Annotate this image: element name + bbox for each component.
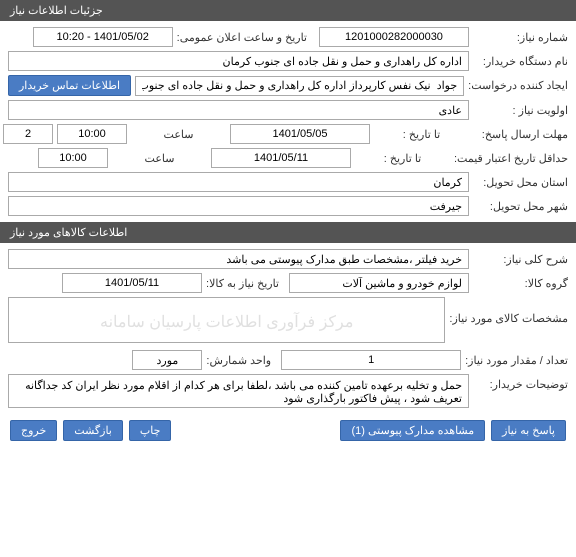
buyer-notes-textarea[interactable]: حمل و تخلیه برعهده تامین کننده می باشد ،… <box>8 374 469 408</box>
unit-input[interactable] <box>132 350 202 370</box>
back-button[interactable]: بازگشت <box>63 420 123 441</box>
items-info-title: اطلاعات کالاهای مورد نیاز <box>10 226 127 239</box>
city-input[interactable] <box>8 196 469 216</box>
label-city: شهر محل تحویل: <box>473 200 568 213</box>
need-no-input[interactable] <box>319 27 469 47</box>
price-until-date-input[interactable] <box>211 148 351 168</box>
label-province: استان محل تحویل: <box>473 176 568 189</box>
priority-input[interactable] <box>8 100 469 120</box>
label-priority: اولویت نیاز : <box>473 104 568 117</box>
label-respond-deadline: مهلت ارسال پاسخ: <box>473 128 568 141</box>
label-announce-date: تاریخ و ساعت اعلان عمومی: <box>177 31 315 44</box>
need-info-header: جزئیات اطلاعات نیاز <box>0 0 576 21</box>
overall-desc-input[interactable] <box>8 249 469 269</box>
label-until-date-2: تا تاریخ : <box>355 152 450 165</box>
label-goods-group: گروه کالا: <box>473 277 568 290</box>
respond-time-input[interactable] <box>57 124 127 144</box>
label-unit: واحد شمارش: <box>206 354 277 367</box>
label-overall-desc: شرح کلی نیاز: <box>473 253 568 266</box>
label-buyer-org: نام دستگاه خریدار: <box>473 55 568 68</box>
label-until-date-1: تا تاریخ : <box>374 128 469 141</box>
respond-need-button[interactable]: پاسخ به نیاز <box>491 420 566 441</box>
label-creator: ایجاد کننده درخواست: <box>468 79 568 92</box>
label-qty: تعداد / مقدار مورد نیاز: <box>465 354 568 367</box>
view-attachments-button[interactable]: مشاهده مدارک پیوستی (1) <box>340 420 485 441</box>
need-date-goods-input[interactable] <box>62 273 202 293</box>
buyer-org-input[interactable] <box>8 51 469 71</box>
respond-date-input[interactable] <box>230 124 370 144</box>
qty-input[interactable] <box>281 350 461 370</box>
print-button[interactable]: چاپ <box>129 420 172 441</box>
goods-spec-textarea[interactable] <box>8 297 445 343</box>
label-need-no: شماره نیاز: <box>473 31 568 44</box>
contact-buyer-button[interactable]: اطلاعات تماس خریدار <box>8 75 131 96</box>
label-price-validity: حداقل تاریخ اعتبار قیمت: <box>454 152 568 165</box>
label-buyer-notes: توضیحات خریدار: <box>473 374 568 391</box>
need-info-title: جزئیات اطلاعات نیاز <box>10 4 103 17</box>
label-goods-spec: مشخصات کالای مورد نیاز: <box>449 297 568 325</box>
items-info-header: اطلاعات کالاهای مورد نیاز <box>0 222 576 243</box>
label-time-2: ساعت <box>112 152 207 165</box>
label-need-date-goods: تاریخ نیاز به کالا: <box>206 277 285 290</box>
price-until-time-input[interactable] <box>38 148 108 168</box>
remain-days-input[interactable] <box>3 124 53 144</box>
exit-button[interactable]: خروج <box>10 420 57 441</box>
creator-input[interactable] <box>135 76 464 96</box>
goods-group-input[interactable] <box>289 273 469 293</box>
province-input[interactable] <box>8 172 469 192</box>
label-time-1: ساعت <box>131 128 226 141</box>
announce-date-input[interactable] <box>33 27 173 47</box>
